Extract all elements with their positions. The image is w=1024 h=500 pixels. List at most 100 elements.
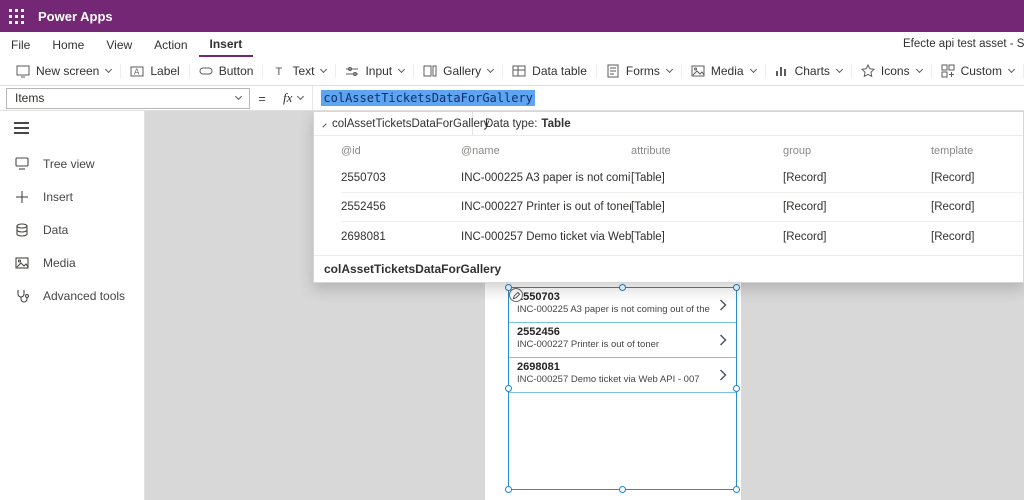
property-selector[interactable]: Items xyxy=(6,88,250,109)
sidebar-item-media[interactable]: Media xyxy=(0,247,144,280)
gallery-item[interactable]: 2552456 INC-000227 Printer is out of ton… xyxy=(509,323,736,358)
selection-handle[interactable] xyxy=(619,486,626,493)
data-type-label: Data type: xyxy=(485,118,537,130)
table-row: 2550703 INC-000225 A3 paper is not comin… xyxy=(341,164,1023,193)
ribbon-label: Media xyxy=(711,64,744,78)
sidebar-item-tree-view[interactable]: Tree view xyxy=(0,148,144,181)
ribbon-media-button[interactable]: Media xyxy=(681,57,765,85)
selection-handle[interactable] xyxy=(505,385,512,392)
column-header-attribute: attribute xyxy=(631,145,783,157)
ribbon-custom-button[interactable]: Custom xyxy=(931,57,1023,85)
data-type-value: Table xyxy=(541,118,570,130)
cell-group: [Record] xyxy=(783,201,931,213)
selection-handle[interactable] xyxy=(619,284,626,291)
left-sidebar: Tree view Insert Data Media Advanced too… xyxy=(0,111,145,500)
collection-name: colAssetTicketsDataForGallery xyxy=(332,118,489,130)
ribbon-charts-button[interactable]: Charts xyxy=(765,57,851,85)
ribbon-label: New screen xyxy=(36,64,99,78)
selection-handle[interactable] xyxy=(505,486,512,493)
menu-action[interactable]: Action xyxy=(143,32,198,57)
ribbon-new-screen-button[interactable]: New screen xyxy=(6,57,120,85)
cell-template: [Record] xyxy=(931,201,1023,213)
menu-bar: File Home View Action Insert Efecte api … xyxy=(0,32,1024,57)
fx-dropdown[interactable]: fx xyxy=(274,86,313,110)
gallery-item-id: 2550703 xyxy=(517,291,710,304)
data-table-icon xyxy=(511,63,527,79)
database-icon xyxy=(14,222,30,238)
waffle-menu-icon[interactable] xyxy=(0,0,32,32)
chevron-down-icon xyxy=(487,66,494,73)
gallery-icon xyxy=(422,63,438,79)
menu-home-label: Home xyxy=(52,38,84,52)
cell-group: [Record] xyxy=(783,231,931,243)
gallery-item[interactable]: 2550703 INC-000225 A3 paper is not comin… xyxy=(509,288,736,323)
ribbon-label: Gallery xyxy=(443,64,481,78)
collection-collapse-toggle[interactable]: colAssetTicketsDataForGallery xyxy=(314,112,473,135)
ribbon-input-button[interactable]: Input xyxy=(335,57,413,85)
selection-handle[interactable] xyxy=(733,486,740,493)
edit-pencil-icon[interactable] xyxy=(509,288,523,302)
ribbon-button-button[interactable]: Button xyxy=(189,57,263,85)
sidebar-item-insert[interactable]: Insert xyxy=(0,181,144,214)
ribbon-label: Text xyxy=(292,64,314,78)
selection-handle[interactable] xyxy=(733,284,740,291)
selection-handle[interactable] xyxy=(733,385,740,392)
advanced-tools-icon xyxy=(14,288,30,304)
ribbon-gallery-button[interactable]: Gallery xyxy=(413,57,502,85)
chevron-up-icon xyxy=(322,123,326,127)
sidebar-item-label: Advanced tools xyxy=(43,289,125,303)
chevron-down-icon xyxy=(105,66,112,73)
chevron-right-icon[interactable] xyxy=(719,299,727,312)
cell-attribute: [Table] xyxy=(631,201,783,213)
gallery-item-subtitle: INC-000257 Demo ticket via Web API - 007 xyxy=(517,374,710,386)
cell-attribute: [Table] xyxy=(631,172,783,184)
ribbon-icons-button[interactable]: Icons xyxy=(851,57,931,85)
hamburger-menu-icon[interactable] xyxy=(14,122,30,134)
gallery-item-subtitle: INC-000227 Printer is out of toner xyxy=(517,339,710,351)
column-header-group: group xyxy=(783,145,931,157)
gallery-item[interactable]: 2698081 INC-000257 Demo ticket via Web A… xyxy=(509,358,736,393)
menu-file[interactable]: File xyxy=(0,32,41,57)
ribbon-data-table-button[interactable]: Data table xyxy=(502,57,596,85)
formula-input[interactable]: colAssetTicketsDataForGallery xyxy=(321,90,535,106)
chevron-down-icon xyxy=(235,93,242,100)
app-header: Power Apps xyxy=(0,0,1024,32)
sidebar-item-label: Media xyxy=(43,256,76,270)
fx-label: fx xyxy=(283,90,292,106)
svg-text:T: T xyxy=(276,66,283,78)
chevron-down-icon xyxy=(1008,66,1015,73)
chevron-down-icon xyxy=(836,66,843,73)
cell-name: INC-000257 Demo ticket via Web A... xyxy=(461,231,631,243)
forms-icon xyxy=(605,63,621,79)
button-icon xyxy=(198,63,214,79)
insert-ribbon: New screen A Label Button T Text Input G… xyxy=(0,57,1024,86)
sidebar-item-advanced-tools[interactable]: Advanced tools xyxy=(0,280,144,313)
new-screen-icon xyxy=(15,63,31,79)
cell-id: 2552456 xyxy=(341,201,461,213)
sidebar-item-label: Tree view xyxy=(43,157,95,171)
gallery-item-subtitle: INC-000225 A3 paper is not coming out of… xyxy=(517,304,710,316)
gallery-control[interactable]: 2550703 INC-000225 A3 paper is not comin… xyxy=(508,287,737,490)
label-icon: A xyxy=(129,63,145,79)
menu-view[interactable]: View xyxy=(95,32,143,57)
ribbon-label: Button xyxy=(219,64,254,78)
menu-home[interactable]: Home xyxy=(41,32,95,57)
cell-id: 2550703 xyxy=(341,172,461,184)
property-selector-value: Items xyxy=(15,91,44,105)
ribbon-label: Custom xyxy=(961,64,1002,78)
custom-icon xyxy=(940,63,956,79)
ribbon-label-button[interactable]: A Label xyxy=(120,57,188,85)
chevron-right-icon[interactable] xyxy=(719,369,727,382)
ribbon-text-button[interactable]: T Text xyxy=(262,57,335,85)
table-row: 2698081 INC-000257 Demo ticket via Web A… xyxy=(341,222,1023,251)
cell-group: [Record] xyxy=(783,172,931,184)
menu-insert[interactable]: Insert xyxy=(199,32,254,57)
chevron-down-icon xyxy=(398,66,405,73)
chevron-down-icon xyxy=(297,93,304,100)
chevron-right-icon[interactable] xyxy=(719,334,727,347)
ribbon-forms-button[interactable]: Forms xyxy=(596,57,681,85)
sidebar-item-data[interactable]: Data xyxy=(0,214,144,247)
input-icon xyxy=(344,63,360,79)
formula-bar: Items = fx colAssetTicketsDataForGallery xyxy=(0,86,1024,111)
chevron-down-icon xyxy=(320,66,327,73)
